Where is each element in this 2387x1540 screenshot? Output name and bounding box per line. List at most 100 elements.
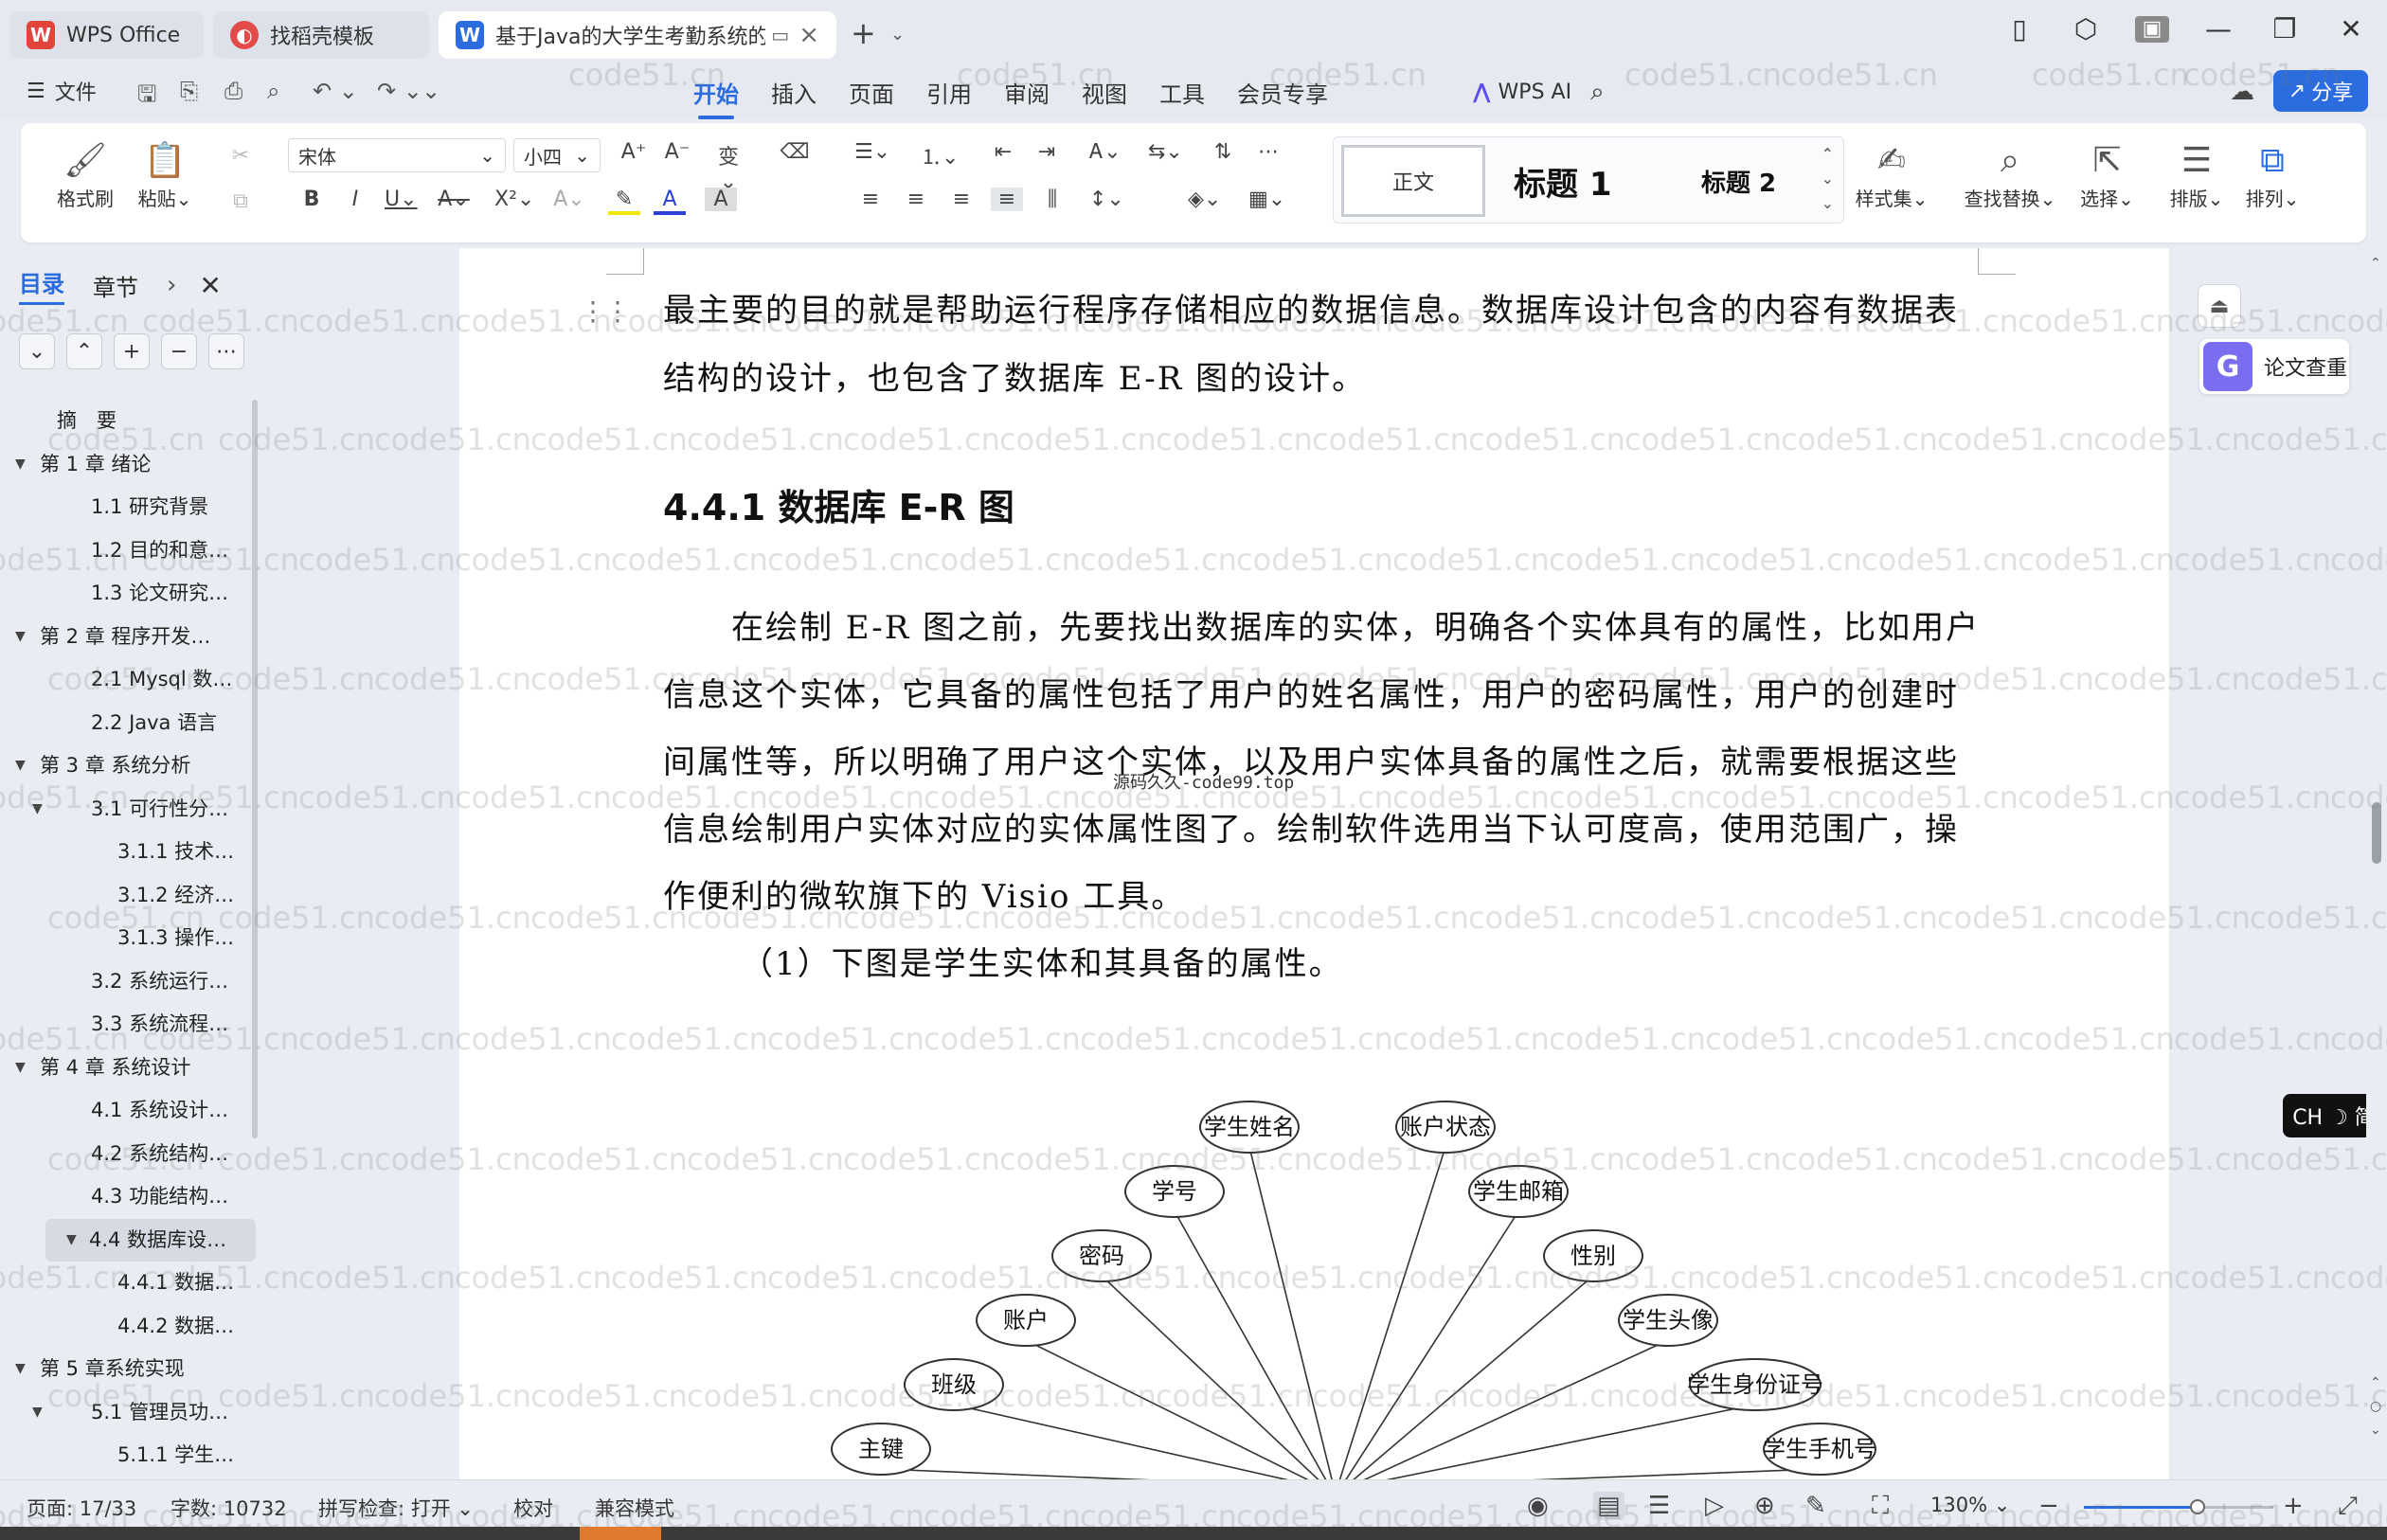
plagiarism-check-button[interactable]: G 论文查重 [2199,339,2349,394]
align-center-icon[interactable]: ≡ [900,188,932,211]
section-heading[interactable]: 4.4.1 数据库 E-R 图 [663,478,1014,530]
paste-button[interactable]: 📋 粘贴⌄ [127,138,203,211]
toc-item[interactable]: 3.1.2 经济… [0,874,256,918]
shading-icon[interactable]: ◈⌄ [1188,188,1221,211]
bullet-list-icon[interactable]: ☰⌄ [854,140,890,164]
tab-view[interactable]: 视图 [1066,78,1143,112]
search-icon[interactable]: ⌕ [1590,78,1605,107]
tab-toc[interactable]: 目录 [19,265,64,305]
zoom-slider[interactable] [2084,1499,2273,1514]
toc-item[interactable]: 4.4.1 数据… [0,1262,256,1305]
find-replace-button[interactable]: ⌕ 查找替换⌄ [1958,138,2062,211]
toc-item[interactable]: 3.1.3 操作… [0,917,256,960]
taskbar-app[interactable] [580,1527,661,1540]
toc-item[interactable]: 4.2 系统结构… [0,1133,256,1176]
paragraph-line[interactable]: 最主要的目的就是帮助运行程序存储相应的数据信息。数据库设计包含的内容有数据表 [663,284,1959,331]
drag-handle-icon[interactable]: ⋮⋮ [580,295,631,327]
scrollbar[interactable] [252,400,258,1138]
toc-item[interactable]: ▼ 第 5 章系统实现 [0,1348,256,1391]
style-heading-1[interactable]: 标题 1 [1514,158,1612,205]
sort-icon[interactable]: ⇅ [1207,140,1239,164]
paragraph-line[interactable]: 结构的设计，也包含了数据库 E-R 图的设计。 [663,352,1366,399]
scroll-thumb[interactable] [2372,802,2381,864]
file-menu[interactable]: ☰ 文件 [27,76,97,106]
print-icon[interactable]: ⎙ [224,78,242,104]
close-tab-icon[interactable]: × [799,21,819,49]
more-icon[interactable]: ⋯ [208,333,244,369]
toc-item[interactable]: 1.2 目的和意… [0,529,256,573]
toc-item[interactable]: 2.1 Mysql 数… [0,658,256,702]
collapse-up-icon[interactable]: ⏏ [2198,284,2241,328]
tab-member[interactable]: 会员专享 [1221,78,1344,112]
expand-arrow-icon[interactable]: ▼ [15,616,26,659]
toc-item[interactable]: ▼ 第 4 章 系统设计 [0,1047,256,1090]
align-left-icon[interactable]: ≡ [854,188,887,211]
fit-page-icon[interactable]: ⛶ [1872,1492,1889,1521]
select-browse-icon[interactable]: ○ [2370,1399,2381,1414]
char-shading-icon[interactable]: A [705,188,737,211]
prev-page-icon[interactable]: ⌃ [2370,1375,2381,1390]
zoom-out-icon[interactable]: − [2038,1492,2059,1520]
toc-item[interactable]: ▼ 第 1 章 绪论 [0,443,256,487]
strikethrough-icon[interactable]: A⌄ [438,188,470,211]
web-view-icon[interactable]: ⊕ [1754,1492,1775,1520]
paragraph-line[interactable]: 间属性等，所以明确了用户这个实体，以及用户实体具备的属性之后，就需要根据这些 [663,736,1959,782]
layout-button[interactable]: ☰ 排版⌄ [2163,138,2230,211]
tab-tools[interactable]: 工具 [1143,78,1221,112]
toc-item[interactable]: 3.2 系统运行… [0,960,256,1004]
chevron-down-icon[interactable]: ⌄ [1822,170,1834,188]
arrange-button[interactable]: ⧉ 排列⌄ [2239,138,2306,211]
toc-item[interactable]: ▼ 第 3 章 系统分析 [0,744,256,788]
paragraph-line[interactable]: 信息绘制用户实体对应的实体属性图了。绘制软件选用当下认可度高，使用范围广，操 [663,803,1959,850]
toc-item[interactable]: 4.3 功能结构… [0,1175,256,1219]
expand-arrow-icon[interactable]: ▼ [32,788,43,832]
font-size-select[interactable]: 小四 ⌄ [513,138,601,172]
minimize-icon[interactable]: — [2201,13,2235,45]
toc-item[interactable]: 3.3 系统流程… [0,1003,256,1047]
undo-icon[interactable]: ↶ ⌄ [313,78,358,104]
expand-arrow-icon[interactable]: ▼ [32,1391,43,1435]
grow-font-icon[interactable]: A⁺ [618,140,650,164]
wps-ai-button[interactable]: ⋀ WPS AI ⌕ [1473,78,1605,107]
toc-item[interactable]: ▼ 第 2 章 程序开发… [0,616,256,659]
page-view-icon[interactable]: ▤ [1593,1492,1624,1520]
page-indicator[interactable]: 页面: 17/33 [27,1494,136,1522]
toc-item[interactable]: ▼ 3.1 可行性分… [0,788,256,832]
zoom-slider-knob[interactable] [2190,1499,2205,1514]
tab-review[interactable]: 审阅 [988,78,1066,112]
tablet-icon[interactable]: ▯ [2002,13,2037,45]
eye-icon[interactable]: ◉ [1527,1492,1549,1520]
expand-arrow-icon[interactable]: ▼ [15,1047,26,1090]
font-color-icon[interactable]: A [654,188,686,215]
tab-daoke-templates[interactable]: ◐ 找稻壳模板 [213,11,429,59]
copy-icon[interactable]: ⧉ [224,189,257,213]
save-icon[interactable]: 🖫 [137,78,156,116]
close-window-icon[interactable]: ✕ [2334,13,2368,45]
cloud-icon[interactable]: ☁ [2230,78,2254,106]
superscript-icon[interactable]: X²⌄ [494,188,534,211]
chevron-up-icon[interactable]: ⌃ [1822,145,1834,163]
chevron-up-icon[interactable]: ⌃ [66,333,102,369]
clear-format-icon[interactable]: ⌫ [779,140,811,164]
style-set-button[interactable]: ✍ 样式集⌄ [1849,138,1934,211]
style-heading-2[interactable]: 标题 2 [1701,164,1776,199]
chevron-right-icon[interactable]: › [167,271,176,299]
highlight-icon[interactable]: ✎ [608,188,640,215]
tab-home[interactable]: 开始 [677,78,755,119]
outline-view-icon[interactable]: ☰ [1648,1492,1670,1520]
toc-item[interactable]: 1.3 论文研究… [0,572,256,616]
spell-check-status[interactable]: 拼写检查: 打开 ⌄ [318,1494,474,1522]
expand-arrow-icon[interactable]: ▼ [66,1219,77,1262]
tab-insert[interactable]: 插入 [755,78,833,112]
close-icon[interactable]: ✕ [199,270,221,301]
tab-references[interactable]: 引用 [910,78,988,112]
minus-icon[interactable]: − [161,333,197,369]
zoom-in-icon[interactable]: + [2283,1492,2304,1520]
print-preview-icon[interactable]: ⌕ [267,78,279,104]
numbered-list-icon[interactable]: ⒈⌄ [921,140,959,170]
share-button[interactable]: ↗ 分享 [2273,70,2368,112]
redo-icon[interactable]: ↷ ⌄ [377,78,422,104]
er-diagram[interactable]: 主键 班级 账户 密码 学号 学生姓名 账户状态学生邮箱性别学生头像学生身份证号学生手机号 [459,1042,2169,1479]
toc-item[interactable]: 3.1.1 技术… [0,831,256,874]
tab-document[interactable]: W 基于Java的大学生考勤系统的设 ▭ × [439,11,836,59]
